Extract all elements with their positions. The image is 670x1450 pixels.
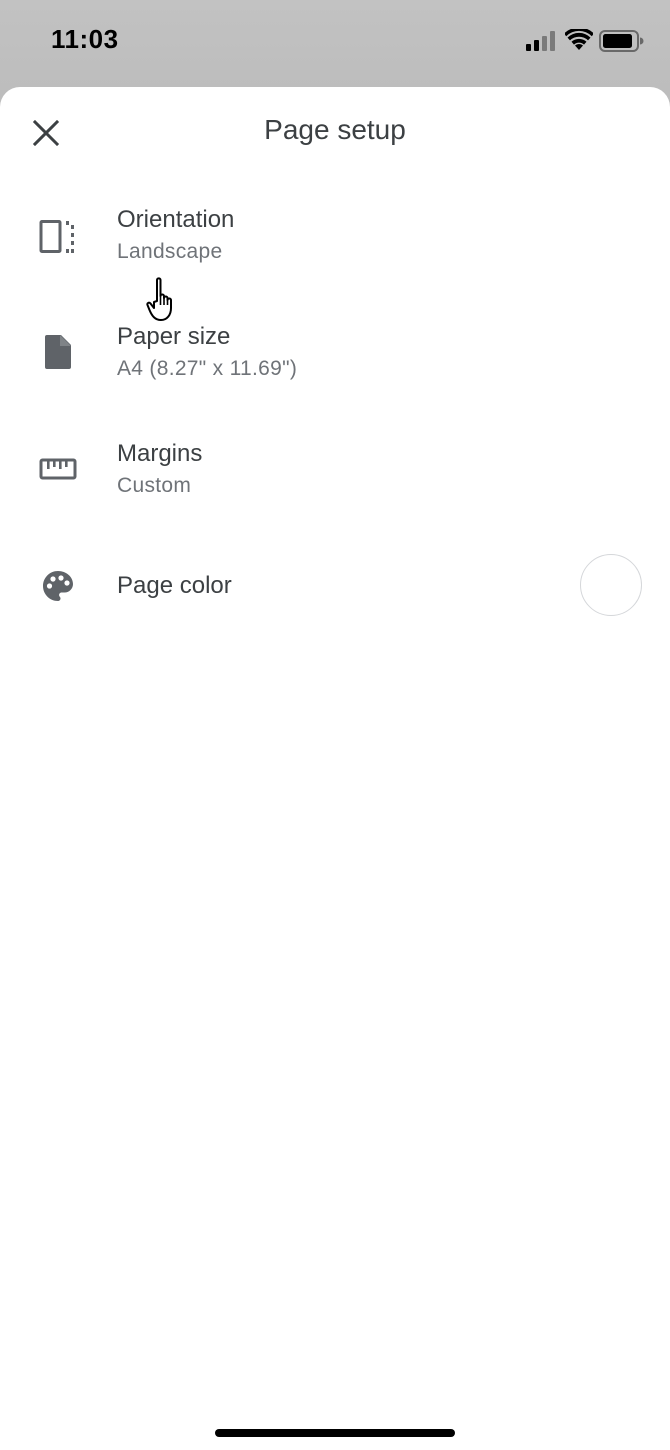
- page-setup-sheet: Page setup Orientation Landscape Paper s…: [0, 87, 670, 1450]
- status-bar: 11:03: [0, 0, 670, 88]
- orientation-value: Landscape: [117, 240, 223, 263]
- orientation-row[interactable]: Orientation Landscape: [0, 187, 670, 287]
- margins-value: Custom: [117, 474, 192, 497]
- paper-size-value: A4 (8.27" x 11.69"): [117, 357, 298, 380]
- orientation-label: Orientation: [117, 206, 235, 233]
- page-color-swatch[interactable]: [580, 554, 642, 616]
- cellular-signal-icon: [526, 31, 555, 51]
- orientation-icon: [34, 213, 82, 261]
- page-color-label: Page color: [117, 572, 232, 599]
- page-color-row[interactable]: Page color: [0, 536, 670, 636]
- page-title: Page setup: [264, 114, 406, 145]
- margins-label: Margins: [117, 440, 203, 467]
- palette-icon: [34, 562, 82, 610]
- document-icon: [34, 328, 82, 376]
- wifi-icon: [565, 29, 593, 50]
- battery-icon: [599, 30, 644, 52]
- margins-row[interactable]: Margins Custom: [0, 421, 670, 521]
- home-indicator: [215, 1429, 455, 1437]
- hand-pointer-cursor-icon: [146, 277, 172, 321]
- paper-size-label: Paper size: [117, 323, 231, 350]
- paper-size-row[interactable]: Paper size A4 (8.27" x 11.69"): [0, 304, 670, 404]
- status-icons: [526, 28, 644, 54]
- ruler-icon: [34, 445, 82, 493]
- status-time: 11:03: [51, 24, 119, 54]
